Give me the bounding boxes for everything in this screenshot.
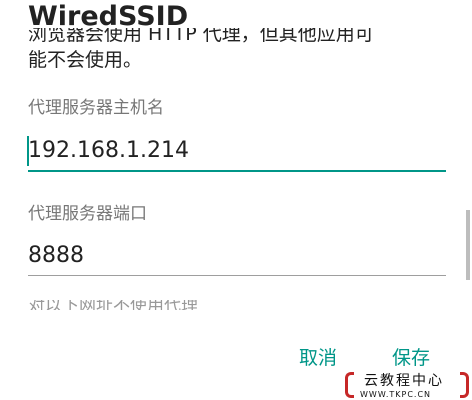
proxy-hostname-label: 代理服务器主机名 — [28, 98, 164, 118]
text-cursor — [27, 136, 29, 166]
proxy-hostname-underline — [28, 170, 446, 172]
proxy-port-input[interactable]: 8888 — [28, 238, 446, 274]
dialog-description: 浏览器会使用 HTTP 代理，但其他应用可 能不会使用。 — [28, 28, 458, 80]
cancel-button[interactable]: 取消 — [299, 343, 337, 370]
watermark-bracket-right-icon — [460, 372, 469, 398]
proxy-settings-dialog: WiredSSID 浏览器会使用 HTTP 代理，但其他应用可 能不会使用。 代… — [0, 0, 472, 400]
scrollbar[interactable] — [466, 210, 470, 280]
watermark-text: 云教程中心 — [364, 373, 444, 389]
proxy-port-label: 代理服务器端口 — [28, 204, 147, 224]
description-line-2: 能不会使用。 — [28, 49, 143, 71]
watermark-subtext: WWW.TKPC.CN — [360, 390, 432, 399]
watermark-logo: 云教程中心 WWW.TKPC.CN — [342, 366, 472, 400]
proxy-hostname-input[interactable]: 192.168.1.214 — [28, 133, 446, 169]
proxy-port-underline — [28, 275, 446, 276]
bypass-label-text: 对以下网址不使用代理 — [28, 300, 198, 310]
bypass-label-partial: 对以下网址不使用代理 — [28, 300, 288, 310]
watermark-bracket-left-icon — [345, 372, 354, 398]
description-line-1: 浏览器会使用 HTTP 代理，但其他应用可 — [28, 28, 374, 45]
